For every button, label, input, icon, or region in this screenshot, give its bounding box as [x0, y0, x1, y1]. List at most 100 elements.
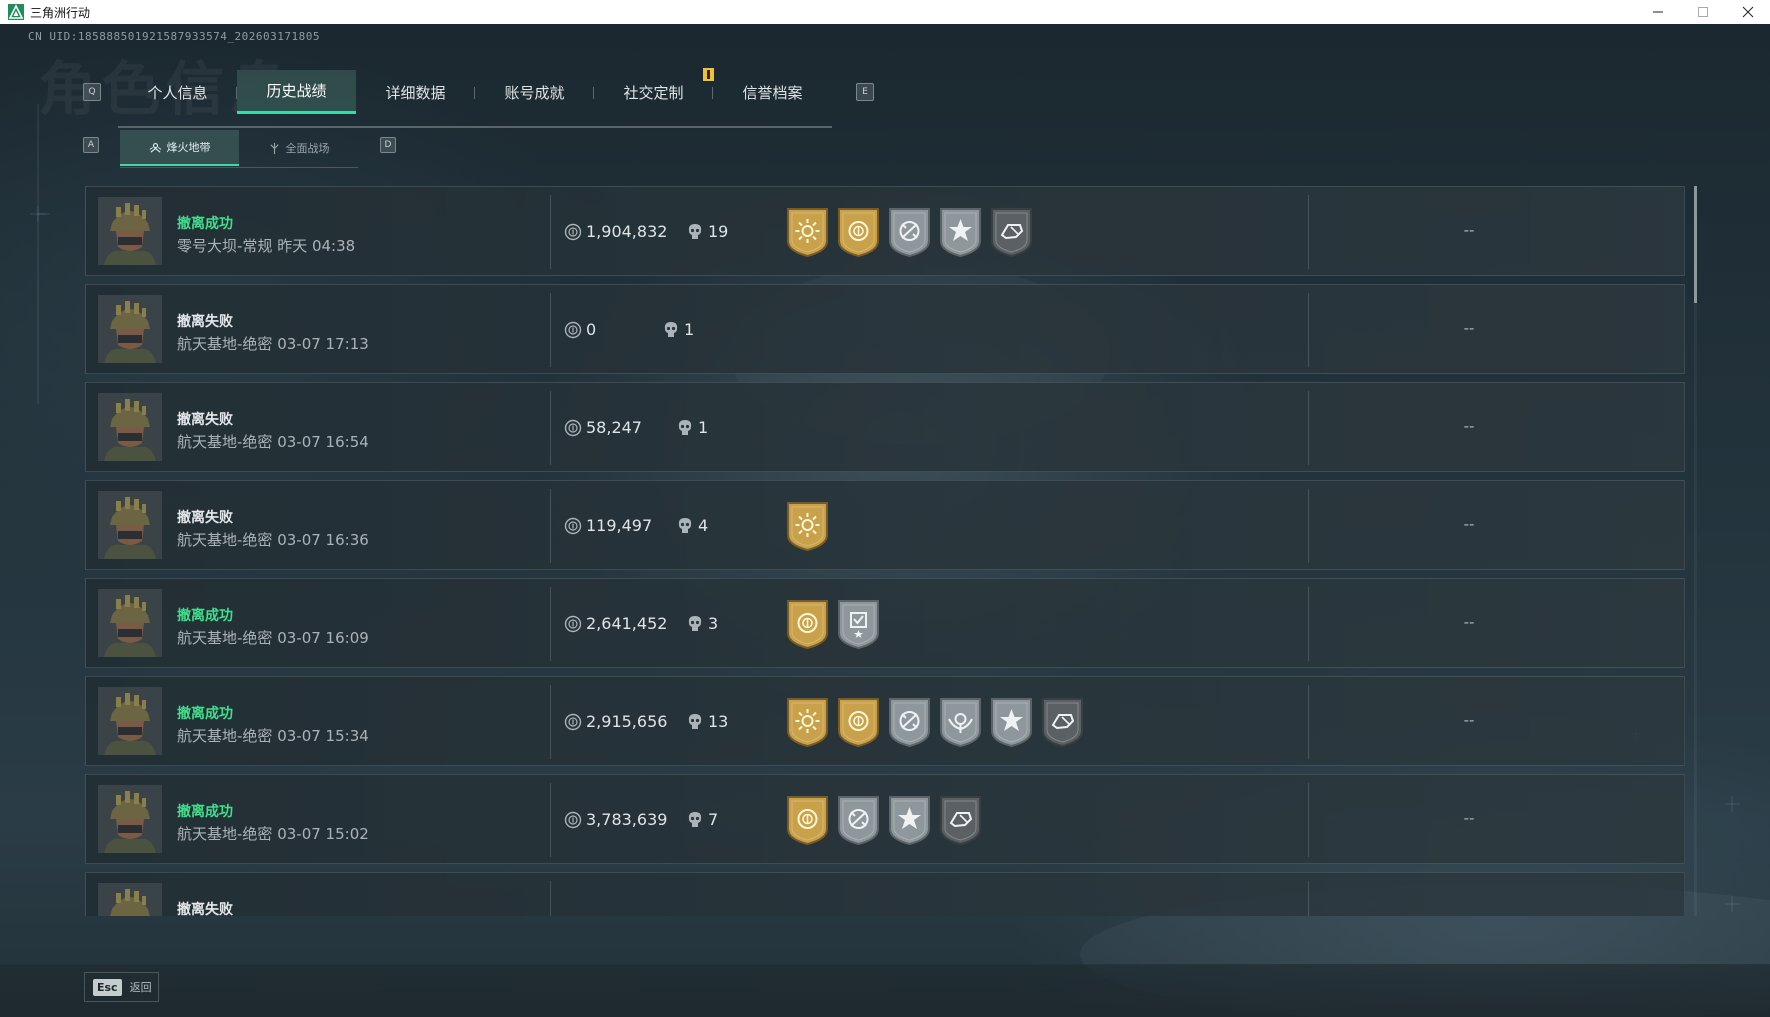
player-uid: CN UID:185888501921587933574_20260317180…	[28, 30, 321, 43]
match-record-row[interactable]: 撤离成功 零号大坝-常规 昨天 04:38 1,904,832 19 --	[85, 186, 1685, 276]
operator-avatar	[98, 589, 162, 657]
kill-skull-icon	[678, 420, 692, 435]
game-viewport: 角色信息 CN UID:185888501921587933574_202603…	[0, 24, 1770, 1017]
operator-portrait-icon	[98, 883, 162, 916]
wings-silver-medal-icon[interactable]	[938, 697, 983, 747]
kill-count: 19	[708, 222, 729, 241]
medal-list	[785, 207, 1034, 257]
extra-info: --	[1463, 417, 1475, 435]
hand-dark-medal-icon[interactable]	[938, 795, 983, 845]
column-divider	[1308, 391, 1309, 465]
subtab-full-warfare[interactable]: 全面战场	[239, 130, 358, 166]
value-coin-icon	[564, 615, 582, 633]
match-record-row[interactable]: 撤离失败 航天基地-绝密 03-07 16:54 58,247 1 --	[85, 382, 1685, 472]
match-time: 03-07 17:13	[277, 335, 369, 353]
tab-detailed-data[interactable]: 详细数据	[356, 70, 475, 114]
tab-account-achievements[interactable]: 账号成就	[475, 70, 594, 114]
extraction-status: 撤离成功	[177, 216, 233, 232]
column-divider	[1308, 685, 1309, 759]
match-record-row[interactable]: 撤离失败	[85, 872, 1685, 916]
window-controls	[1635, 0, 1770, 24]
evacuated-value: 2,641,452	[586, 614, 668, 633]
tab-match-history[interactable]: 历史战绩	[237, 70, 356, 114]
evacuated-value: 1,904,832	[586, 222, 668, 241]
app-logo-icon	[8, 4, 24, 20]
coin-gold-medal-icon[interactable]	[836, 207, 881, 257]
coin-gold-medal-icon[interactable]	[785, 795, 830, 845]
coin-gold-medal-icon[interactable]	[785, 599, 830, 649]
next-subtab-key-hint[interactable]: D	[380, 137, 396, 153]
kill-count: 4	[698, 516, 709, 535]
match-map-and-time: 航天基地-绝密 03-07 16:54	[177, 431, 369, 452]
match-record-row[interactable]: 撤离失败 航天基地-绝密 03-07 17:13 0 1 --	[85, 284, 1685, 374]
value-coin-icon	[564, 223, 582, 241]
tab-credit-record[interactable]: 信誉档案	[713, 70, 832, 114]
match-time: 03-07 15:34	[277, 727, 369, 745]
match-record-list[interactable]: 撤离成功 零号大坝-常规 昨天 04:38 1,904,832 19 -- 撤离…	[85, 186, 1685, 916]
star-silver-medal-icon[interactable]	[989, 697, 1034, 747]
coin-gold-medal-icon[interactable]	[836, 697, 881, 747]
star-silver-medal-icon[interactable]	[938, 207, 983, 257]
kill-count: 3	[708, 614, 719, 633]
extra-info: --	[1463, 613, 1475, 631]
column-divider	[1308, 587, 1309, 661]
match-record-row[interactable]: 撤离成功 航天基地-绝密 03-07 15:34 2,915,656 13 --	[85, 676, 1685, 766]
kill-skull-icon	[688, 224, 702, 239]
sun-gold-medal-icon[interactable]	[785, 501, 830, 551]
column-divider	[1308, 881, 1309, 916]
match-record-row[interactable]: 撤离成功 航天基地-绝密 03-07 16:09 2,641,452 3 --	[85, 578, 1685, 668]
match-map: 航天基地-绝密	[177, 727, 273, 745]
match-map: 零号大坝-常规	[177, 237, 273, 255]
kill-count: 13	[708, 712, 729, 731]
shield-silver-medal-icon[interactable]	[836, 599, 881, 649]
prev-subtab-key-hint[interactable]: A	[83, 137, 99, 153]
operator-avatar	[98, 687, 162, 755]
match-map-and-time: 航天基地-绝密 03-07 16:36	[177, 529, 369, 550]
maximize-button[interactable]	[1680, 0, 1725, 24]
subtab-extraction-zone[interactable]: 烽火地带	[120, 130, 239, 166]
match-record-row[interactable]: 撤离失败 航天基地-绝密 03-07 16:36 119,497 4 --	[85, 480, 1685, 570]
sub-tab-bar: 烽火地带 全面战场	[120, 130, 358, 168]
close-button[interactable]	[1725, 0, 1770, 24]
scrollbar-thumb[interactable]	[1694, 186, 1697, 303]
operator-avatar	[98, 785, 162, 853]
minimize-button[interactable]	[1635, 0, 1680, 24]
column-divider	[550, 391, 551, 465]
cross-silver-medal-icon[interactable]	[887, 207, 932, 257]
column-divider	[550, 195, 551, 269]
operator-portrait-icon	[98, 785, 162, 853]
close-icon	[1742, 6, 1753, 18]
back-button[interactable]: Esc 返回	[84, 972, 159, 1002]
kill-skull-icon	[664, 322, 678, 337]
column-divider	[550, 293, 551, 367]
list-scrollbar[interactable]	[1694, 186, 1697, 916]
star-silver-medal-icon[interactable]	[887, 795, 932, 845]
hand-dark-medal-icon[interactable]	[989, 207, 1034, 257]
sun-gold-medal-icon[interactable]	[785, 207, 830, 257]
sun-gold-medal-icon[interactable]	[785, 697, 830, 747]
minimize-icon	[1652, 11, 1663, 13]
column-divider	[550, 587, 551, 661]
match-time: 昨天 04:38	[277, 237, 356, 255]
window-title: 三角洲行动	[30, 5, 91, 20]
match-map-and-time: 航天基地-绝密 03-07 17:13	[177, 333, 369, 354]
window-titlebar: 三角洲行动	[0, 0, 1770, 24]
kill-count: 1	[698, 418, 709, 437]
cross-silver-medal-icon[interactable]	[836, 795, 881, 845]
extraction-status: 撤离失败	[177, 510, 233, 526]
cross-silver-medal-icon[interactable]	[887, 697, 932, 747]
match-record-row[interactable]: 撤离成功 航天基地-绝密 03-07 15:02 3,783,639 7 --	[85, 774, 1685, 864]
extraction-status: 撤离失败	[177, 412, 233, 428]
notification-badge	[703, 68, 714, 81]
extra-info: --	[1463, 809, 1475, 827]
hand-dark-medal-icon[interactable]	[1040, 697, 1085, 747]
prev-tab-key-hint[interactable]: Q	[83, 83, 101, 101]
next-tab-key-hint[interactable]: E	[856, 83, 874, 101]
tab-personal-info[interactable]: 个人信息	[118, 70, 237, 114]
operator-portrait-icon	[98, 491, 162, 559]
tab-social-customization[interactable]: 社交定制	[594, 70, 713, 114]
medal-list	[785, 795, 983, 845]
match-map: 航天基地-绝密	[177, 433, 273, 451]
maximize-icon	[1697, 7, 1708, 17]
kill-skull-icon	[688, 616, 702, 631]
